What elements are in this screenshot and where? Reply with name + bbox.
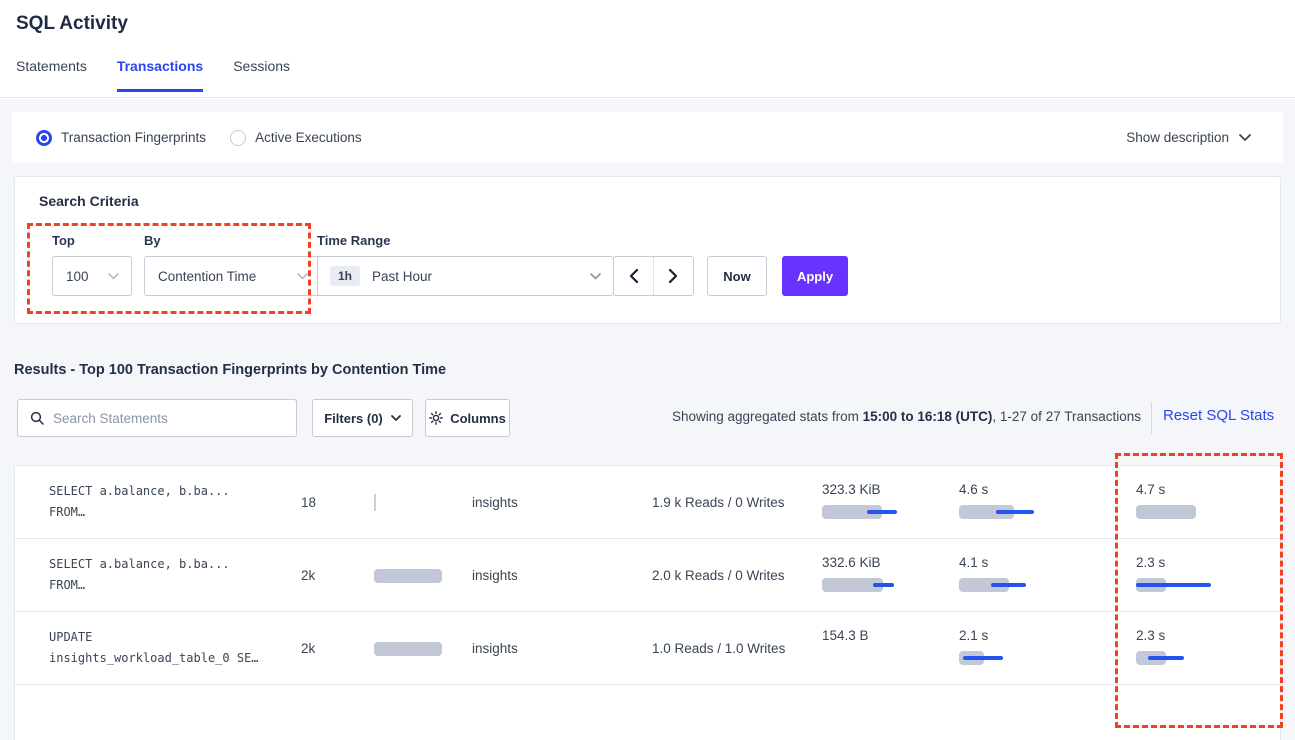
show-description-toggle[interactable]: Show description	[1126, 112, 1251, 163]
tab-transactions[interactable]: Transactions	[117, 58, 203, 92]
stats-time-range: 15:00 to 16:18 (UTC)	[863, 409, 993, 424]
chevron-down-icon	[590, 273, 601, 280]
columns-button[interactable]: Columns	[425, 399, 510, 437]
gear-icon	[429, 411, 443, 425]
tab-bar: Statements Transactions Sessions	[16, 58, 290, 92]
transaction-fingerprint-cell[interactable]: UPDATEinsights_workload_table_0 SE…	[49, 612, 284, 684]
chevron-down-icon	[108, 273, 119, 280]
chevron-left-icon	[629, 269, 638, 283]
table-row[interactable]: SELECT a.balance, b.ba...FROM…2kinsights…	[15, 539, 1280, 612]
time-range-prev-button[interactable]	[614, 257, 654, 295]
table-row[interactable]: UPDATEinsights_workload_table_0 SE…2kins…	[15, 612, 1280, 685]
transaction-fingerprint-cell[interactable]: SELECT a.balance, b.ba...FROM…	[49, 539, 284, 611]
search-criteria-card: Search Criteria Top 100 By Contention Ti…	[14, 176, 1281, 324]
tab-sessions[interactable]: Sessions	[233, 58, 290, 92]
stats-summary: Showing aggregated stats from 15:00 to 1…	[600, 409, 1141, 424]
radio-unselected-icon[interactable]	[230, 130, 246, 146]
search-criteria-title: Search Criteria	[39, 193, 139, 209]
chevron-down-icon	[297, 273, 308, 280]
tab-statements[interactable]: Statements	[16, 58, 87, 92]
chevron-right-icon	[669, 269, 678, 283]
rows-processed-cell: 1.0 Reads / 1.0 Writes	[652, 612, 812, 684]
filters-button[interactable]: Filters (0)	[312, 399, 413, 437]
transaction-time-cell: 4.1 s	[959, 539, 1119, 611]
application-name-cell: insights	[472, 612, 622, 684]
execution-count-cell: 18	[301, 466, 461, 538]
top-select[interactable]: 100	[52, 256, 132, 296]
transactions-table: TransactionsExecution CountApplication N…	[14, 465, 1281, 740]
contention-time-cell: 4.7 s	[1136, 466, 1286, 538]
transaction-time-cell: 2.1 s	[959, 612, 1119, 684]
toolbar-divider	[1151, 402, 1152, 434]
rows-processed-cell: 1.9 k Reads / 0 Writes	[652, 466, 812, 538]
time-range-label: Time Range	[317, 233, 390, 248]
application-name-cell: insights	[472, 466, 622, 538]
radio-label: Transaction Fingerprints	[61, 130, 206, 145]
apply-button-label: Apply	[797, 269, 833, 284]
application-name-cell: insights	[472, 539, 622, 611]
search-statements-input[interactable]	[53, 411, 296, 426]
by-label: By	[144, 233, 161, 248]
apply-button[interactable]: Apply	[782, 256, 848, 296]
top-select-value: 100	[66, 269, 89, 284]
rows-processed-cell: 2.0 k Reads / 0 Writes	[652, 539, 812, 611]
transaction-time-cell: 4.6 s	[959, 466, 1119, 538]
chevron-down-icon	[391, 415, 401, 422]
chevron-down-icon	[1239, 134, 1251, 142]
time-range-arrow-group	[613, 256, 694, 296]
bytes-read-cell: 323.3 KiB	[822, 466, 952, 538]
table-row[interactable]: SELECT a.balance, b.ba...FROM…18insights…	[15, 466, 1280, 539]
columns-button-label: Columns	[450, 411, 506, 426]
now-button[interactable]: Now	[707, 256, 767, 296]
time-range-badge: 1h	[330, 266, 360, 286]
view-toggle-band: Transaction Fingerprints Active Executio…	[12, 112, 1283, 163]
radio-selected-icon[interactable]	[36, 130, 52, 146]
tab-divider	[0, 97, 1295, 98]
reset-sql-stats-link[interactable]: Reset SQL Stats	[1163, 407, 1274, 424]
by-select-value: Contention Time	[158, 269, 256, 284]
time-range-value: Past Hour	[372, 269, 432, 284]
radio-transaction-fingerprints[interactable]: Transaction Fingerprints	[36, 130, 206, 146]
filters-button-label: Filters (0)	[324, 411, 383, 426]
table-body: SELECT a.balance, b.ba...FROM…18insights…	[15, 466, 1280, 685]
time-range-next-button[interactable]	[654, 257, 694, 295]
radio-active-executions[interactable]: Active Executions	[230, 130, 362, 146]
time-range-select[interactable]: 1h Past Hour	[317, 256, 614, 296]
radio-label: Active Executions	[255, 130, 362, 145]
contention-time-cell: 2.3 s	[1136, 612, 1286, 684]
results-heading: Results - Top 100 Transaction Fingerprin…	[14, 362, 446, 378]
search-statements-box[interactable]	[17, 399, 297, 437]
now-button-label: Now	[723, 269, 750, 284]
transaction-fingerprint-cell[interactable]: SELECT a.balance, b.ba...FROM…	[49, 466, 284, 538]
execution-count-cell: 2k	[301, 612, 461, 684]
contention-time-cell: 2.3 s	[1136, 539, 1286, 611]
page-title: SQL Activity	[16, 13, 128, 35]
execution-count-cell: 2k	[301, 539, 461, 611]
sql-activity-page: SQL Activity Statements Transactions Ses…	[0, 0, 1295, 740]
bytes-read-cell: 154.3 B	[822, 612, 952, 684]
search-icon	[30, 411, 44, 425]
show-description-label: Show description	[1126, 130, 1229, 145]
by-select[interactable]: Contention Time	[144, 256, 321, 296]
top-label: Top	[52, 233, 75, 248]
bytes-read-cell: 332.6 KiB	[822, 539, 952, 611]
